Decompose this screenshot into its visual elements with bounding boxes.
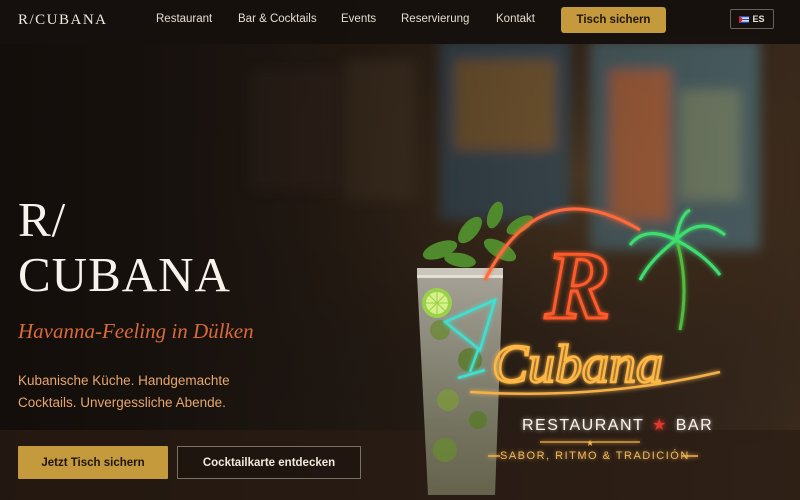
hero-description: Kubanische Küche. Handgemachte Cocktails…	[18, 373, 230, 410]
nav-link-bar-cocktails[interactable]: Bar & Cocktails	[238, 13, 317, 25]
neon-letter-r: R	[544, 232, 610, 340]
site-logo[interactable]: R/CUBANA	[18, 12, 108, 29]
language-label: ES	[752, 14, 765, 24]
cuba-flag-icon	[739, 15, 750, 23]
neon-cubana-word: Cubana	[492, 334, 663, 394]
neon-restaurant-text: RESTAURANT	[522, 417, 644, 434]
hero-title-line-2: CUBANA	[18, 247, 231, 302]
nav-link-restaurant[interactable]: Restaurant	[156, 13, 212, 25]
hero-title: R/ CUBANA	[18, 192, 231, 302]
neon-bar-text: BAR	[675, 417, 714, 434]
nav-link-reservierung[interactable]: Reservierung	[401, 13, 469, 25]
reserve-table-button[interactable]: Jetzt Tisch sichern	[18, 446, 168, 479]
nav-reserve-button[interactable]: Tisch sichern	[561, 7, 666, 33]
language-switcher[interactable]: ES	[730, 9, 774, 29]
neon-restaurant-bar: RESTAURANT ★ BAR	[522, 415, 713, 435]
top-navigation: R/CUBANA Restaurant Bar & Cocktails Even…	[0, 0, 800, 44]
hero-subtitle: Havanna-Feeling in Dülken	[18, 319, 254, 343]
cocktail-menu-button[interactable]: Cocktailkarte entdecken	[177, 446, 361, 479]
nav-link-kontakt[interactable]: Kontakt	[496, 13, 535, 25]
hero-title-line-1: R/	[18, 192, 67, 247]
hero-page: R Cubana ★ R/CUBANA Restaurant Bar & Coc…	[0, 0, 800, 500]
neon-tagline: SABOR, RITMO & TRADICIÓN	[500, 450, 690, 462]
red-star-icon: ★	[651, 417, 668, 434]
nav-link-events[interactable]: Events	[341, 13, 376, 25]
divider-star: ★	[586, 439, 594, 449]
